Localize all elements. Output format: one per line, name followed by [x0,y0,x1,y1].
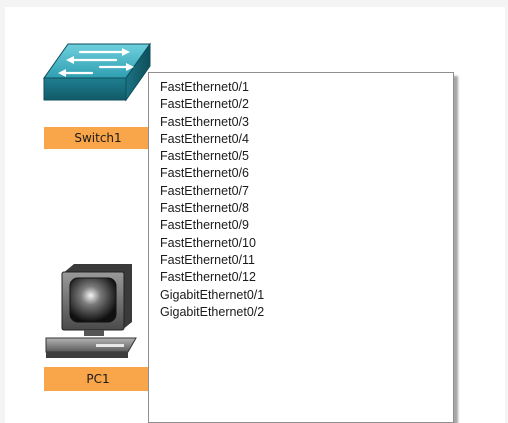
port-menu-item-fa0-8[interactable]: FastEthernet0/8 [160,200,453,217]
port-list: FastEthernet0/1 FastEthernet0/2 FastEthe… [149,73,453,321]
port-menu-item-gi0-1[interactable]: GigabitEthernet0/1 [160,287,453,304]
workspace-top-edge [0,0,508,7]
port-menu-item-gi0-2[interactable]: GigabitEthernet0/2 [160,304,453,321]
workspace-canvas[interactable]: Switch1 PC1 FastEthernet0/1 FastEthernet… [0,0,508,423]
port-menu-item-fa0-7[interactable]: FastEthernet0/7 [160,183,453,200]
port-menu-item-fa0-11[interactable]: FastEthernet0/11 [160,252,453,269]
network-switch-icon[interactable] [42,42,152,104]
port-menu-item-fa0-12[interactable]: FastEthernet0/12 [160,269,453,286]
workspace-left-edge [0,0,5,423]
port-menu-item-fa0-10[interactable]: FastEthernet0/10 [160,235,453,252]
port-menu-item-fa0-2[interactable]: FastEthernet0/2 [160,96,453,113]
port-menu-item-fa0-3[interactable]: FastEthernet0/3 [160,114,453,131]
switch1-label[interactable]: Switch1 [44,127,152,149]
port-menu-item-fa0-4[interactable]: FastEthernet0/4 [160,131,453,148]
pc1-label[interactable]: PC1 [44,367,152,391]
port-menu-item-fa0-6[interactable]: FastEthernet0/6 [160,165,453,182]
port-menu-item-fa0-5[interactable]: FastEthernet0/5 [160,148,453,165]
desktop-pc-icon[interactable] [44,262,154,362]
port-selection-menu: FastEthernet0/1 FastEthernet0/2 FastEthe… [148,72,454,423]
port-menu-item-fa0-1[interactable]: FastEthernet0/1 [160,79,453,96]
port-menu-item-fa0-9[interactable]: FastEthernet0/9 [160,217,453,234]
